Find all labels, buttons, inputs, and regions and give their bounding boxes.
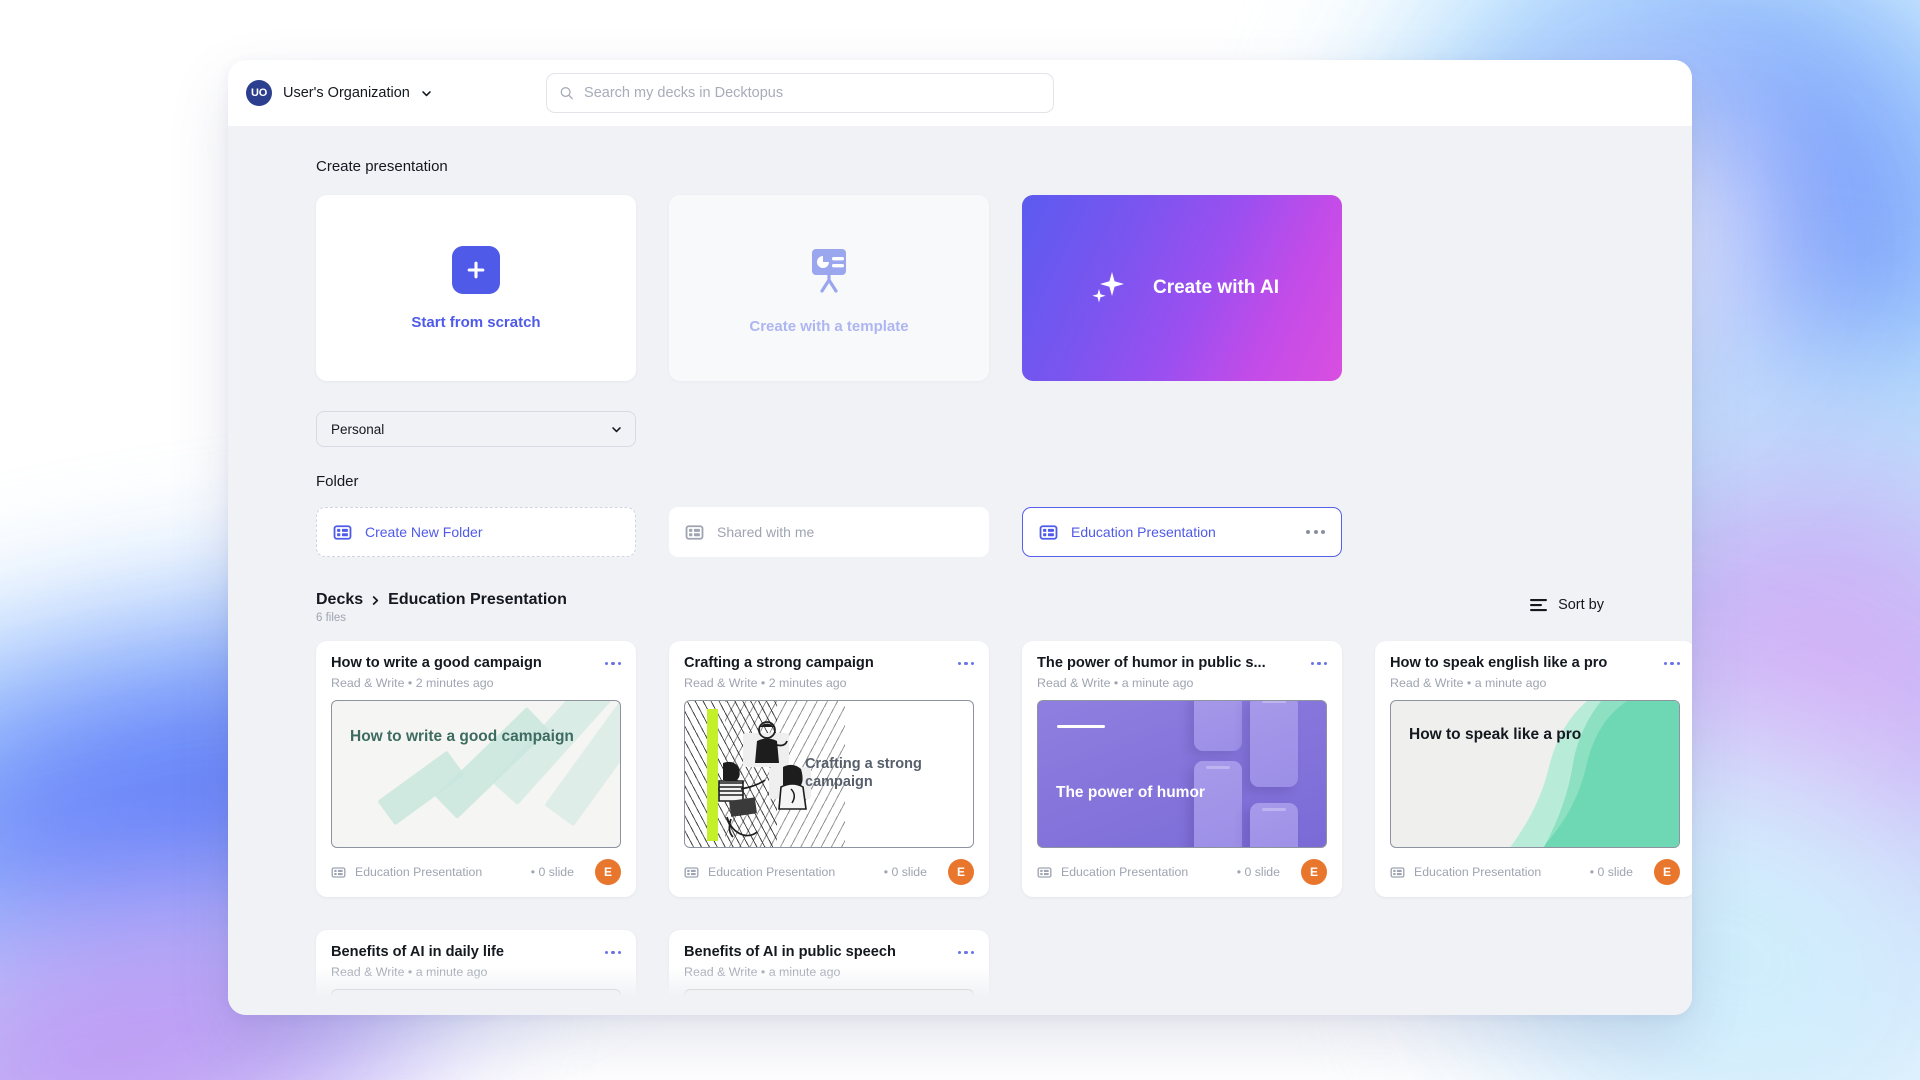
deck-meta: Read & Write • 2 minutes ago bbox=[684, 676, 847, 690]
more-horizontal-icon[interactable] bbox=[604, 655, 621, 666]
create-with-template-card[interactable]: Create with a template bbox=[669, 195, 989, 381]
deck-slide-count: • 0 slide bbox=[883, 865, 927, 879]
deck-folder-name: Education Presentation bbox=[355, 864, 483, 879]
app-window: UO User's Organization Create presentati… bbox=[228, 60, 1692, 1015]
folder-grid-icon bbox=[1390, 866, 1405, 878]
presentation-board-icon bbox=[812, 248, 846, 293]
create-presentation-card-row: Start from scratch Create with a templat… bbox=[316, 195, 1692, 381]
deck-thumbnail-title: How to write a good campaign bbox=[350, 728, 574, 745]
deck-thumbnail: How to write a good campaign bbox=[331, 700, 621, 848]
deck-folder-name: Education Presentation bbox=[1061, 864, 1189, 879]
deck-slide-count: • 0 slide bbox=[530, 865, 574, 879]
deck-folder-name: Education Presentation bbox=[708, 864, 836, 879]
breadcrumb: Decks Education Presentation 6 files bbox=[316, 591, 567, 624]
search-input[interactable] bbox=[584, 85, 1041, 101]
deck-title: How to write a good campaign bbox=[331, 655, 542, 671]
deck-thumbnail: The power of humor bbox=[1037, 700, 1327, 848]
deck-title: The power of humor in public s... bbox=[1037, 655, 1266, 671]
deck-slide-count: • 0 slide bbox=[1589, 865, 1633, 879]
folder-education-presentation[interactable]: Education Presentation bbox=[1022, 507, 1342, 557]
avatar: E bbox=[595, 859, 621, 885]
deck-title: Benefits of AI in daily life bbox=[331, 944, 504, 960]
deck-thumbnail-title: The power of humor bbox=[1056, 784, 1205, 801]
chevron-down-icon bbox=[612, 426, 621, 432]
create-with-ai-card[interactable]: Create with AI bbox=[1022, 195, 1342, 381]
workspace-select-value: Personal bbox=[331, 421, 385, 437]
main-content: Create presentation Start from scratch C… bbox=[228, 126, 1692, 1015]
deck-thumbnail-title: Crafting a strong campaign bbox=[805, 756, 922, 791]
deck-title: How to speak english like a pro bbox=[1390, 655, 1608, 671]
sort-by-button[interactable]: Sort by bbox=[1529, 597, 1604, 613]
folder-grid-icon bbox=[685, 524, 704, 540]
create-with-ai-label: Create with AI bbox=[1153, 277, 1279, 298]
deck-meta: Read & Write • a minute ago bbox=[1390, 676, 1547, 690]
deck-thumbnail: Benefits of AI in public speech bbox=[684, 989, 974, 1015]
deck-card[interactable]: How to speak english like a pro Read & W… bbox=[1375, 641, 1692, 897]
folder-row: Create New Folder Shared with me Educati… bbox=[316, 507, 1692, 557]
deck-card[interactable]: The power of humor in public s... Read &… bbox=[1022, 641, 1342, 897]
deck-meta: Read & Write • a minute ago bbox=[331, 965, 488, 979]
deck-thumbnail: Crafting a strong campaign bbox=[684, 700, 974, 848]
deck-title: Crafting a strong campaign bbox=[684, 655, 874, 671]
sort-lines-icon bbox=[1530, 599, 1548, 612]
organization-switcher[interactable]: UO User's Organization bbox=[246, 73, 436, 113]
more-horizontal-icon[interactable] bbox=[1663, 655, 1680, 666]
deck-card[interactable]: Crafting a strong campaign Read & Write … bbox=[669, 641, 989, 897]
deck-meta: Read & Write • a minute ago bbox=[1037, 676, 1194, 690]
deck-slide-count: • 0 slide bbox=[1236, 865, 1280, 879]
folder-shared-with-me[interactable]: Shared with me bbox=[669, 507, 989, 557]
deck-title: Benefits of AI in public speech bbox=[684, 944, 896, 960]
deck-grid: How to write a good campaign Read & Writ… bbox=[316, 641, 1692, 1015]
plus-icon bbox=[452, 245, 500, 294]
top-bar: UO User's Organization bbox=[228, 60, 1692, 126]
more-horizontal-icon[interactable] bbox=[1310, 655, 1327, 666]
deck-card[interactable]: How to write a good campaign Read & Writ… bbox=[316, 641, 636, 897]
deck-thumbnail-title: How to speak like a pro bbox=[1409, 726, 1582, 743]
breadcrumb-row: Decks Education Presentation 6 files Sor… bbox=[316, 591, 1692, 624]
search-bar[interactable] bbox=[545, 73, 1054, 113]
organization-avatar: UO bbox=[246, 80, 272, 106]
sort-by-label: Sort by bbox=[1558, 597, 1604, 613]
more-horizontal-icon[interactable] bbox=[1306, 530, 1325, 534]
chevron-down-icon bbox=[422, 90, 431, 96]
avatar: E bbox=[948, 859, 974, 885]
deck-thumbnail: Benefits of AI in daily life bbox=[331, 989, 621, 1015]
deck-meta: Read & Write • 2 minutes ago bbox=[331, 676, 494, 690]
deck-thumbnail: How to speak like a pro bbox=[1390, 700, 1680, 848]
more-horizontal-icon[interactable] bbox=[604, 944, 621, 955]
folder-shared-with-me-label: Shared with me bbox=[717, 524, 815, 540]
chevron-right-icon bbox=[372, 595, 379, 605]
file-count: 6 files bbox=[316, 612, 347, 624]
create-new-folder-label: Create New Folder bbox=[365, 524, 483, 540]
folder-grid-icon bbox=[684, 866, 699, 878]
folder-education-presentation-label: Education Presentation bbox=[1071, 524, 1216, 540]
deck-card[interactable]: Benefits of AI in public speech Read & W… bbox=[669, 930, 989, 1015]
deck-card[interactable]: Benefits of AI in daily life Read & Writ… bbox=[316, 930, 636, 1015]
organization-name: User's Organization bbox=[283, 85, 410, 101]
folder-heading: Folder bbox=[316, 473, 359, 490]
folder-grid-icon bbox=[1037, 866, 1052, 878]
avatar: E bbox=[1654, 859, 1680, 885]
sparkles-icon bbox=[1092, 272, 1124, 303]
workspace-select[interactable]: Personal bbox=[316, 411, 636, 447]
folder-grid-icon bbox=[331, 866, 346, 878]
more-horizontal-icon[interactable] bbox=[957, 655, 974, 666]
folder-grid-icon bbox=[333, 524, 352, 540]
more-horizontal-icon[interactable] bbox=[957, 944, 974, 955]
start-from-scratch-card[interactable]: Start from scratch bbox=[316, 195, 636, 381]
start-from-scratch-label: Start from scratch bbox=[411, 313, 541, 331]
deck-meta: Read & Write • a minute ago bbox=[684, 965, 841, 979]
deck-folder-name: Education Presentation bbox=[1414, 864, 1542, 879]
breadcrumb-root[interactable]: Decks bbox=[316, 591, 363, 609]
deck-thumbnail-title: Benefits of AI in public speech bbox=[703, 1014, 928, 1015]
breadcrumb-current: Education Presentation bbox=[388, 591, 567, 608]
folder-grid-icon bbox=[1039, 524, 1058, 540]
avatar: E bbox=[1301, 859, 1327, 885]
search-icon bbox=[560, 87, 573, 100]
create-new-folder-button[interactable]: Create New Folder bbox=[316, 507, 636, 557]
create-presentation-heading: Create presentation bbox=[316, 158, 448, 175]
create-with-template-label: Create with a template bbox=[749, 317, 909, 335]
